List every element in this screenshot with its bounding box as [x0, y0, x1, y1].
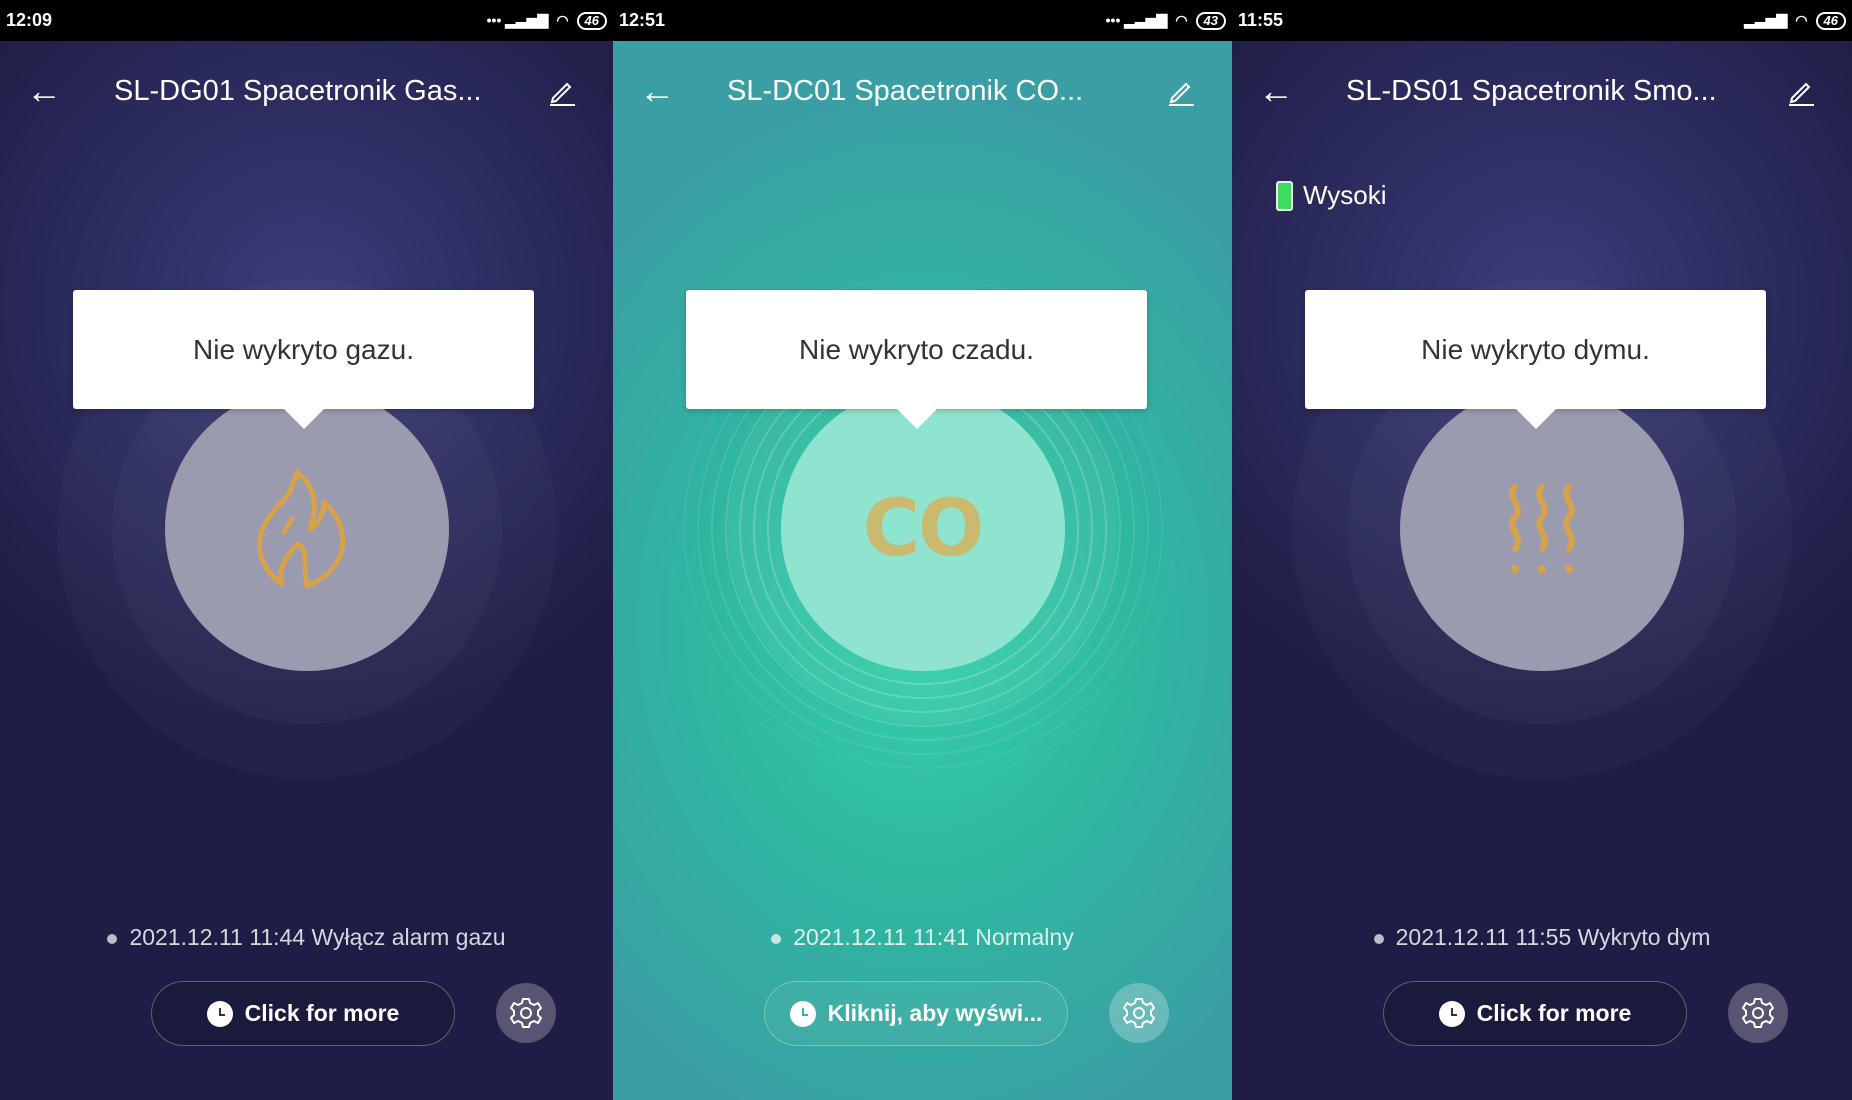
- history-button[interactable]: Kliknij, aby wyświ...: [764, 981, 1068, 1046]
- status-message-card: Nie wykryto gazu.: [73, 290, 534, 429]
- sensor-status-circle: [1400, 387, 1684, 671]
- history-button-label: Click for more: [244, 1000, 400, 1026]
- status-message-card: Nie wykryto dymu.: [1305, 290, 1766, 429]
- co-icon: CO: [862, 484, 985, 574]
- clock-icon: [206, 1000, 233, 1027]
- wifi-icon: ◠: [556, 12, 569, 28]
- sensor-status-circle: [164, 387, 449, 671]
- status-bar: 11:55 ▂▃▅▇ ◠ 46: [1232, 0, 1852, 41]
- status-bar: 12:51 ••• ▂▃▅▇ ◠ 43: [613, 0, 1232, 41]
- header: ← SL-DG01 Spacetronik Gas...: [0, 64, 613, 118]
- status-time: 12:51: [619, 10, 666, 30]
- edit-pencil-icon[interactable]: [547, 76, 577, 106]
- device-title: SL-DG01 Spacetronik Gas...: [114, 74, 482, 107]
- sensor-status-circle: CO: [780, 387, 1065, 671]
- wifi-icon: ◠: [1795, 12, 1808, 28]
- device-battery-level: Wysoki: [1276, 180, 1387, 211]
- battery-icon: [1276, 180, 1293, 211]
- history-button-label: Kliknij, aby wyświ...: [827, 1000, 1043, 1026]
- history-button[interactable]: Click for more: [151, 981, 455, 1046]
- last-event: 2021.12.11 11:41 Normalny: [613, 924, 1232, 951]
- gear-icon: [1123, 998, 1155, 1028]
- bullet-icon: [1373, 933, 1384, 944]
- clock-icon: [789, 1000, 816, 1027]
- back-arrow-icon[interactable]: ←: [1258, 73, 1294, 109]
- bullet-icon: [771, 933, 782, 944]
- status-bar: 12:09 ••• ▂▃▅▇ ◠ 46: [0, 0, 613, 41]
- event-text: 2021.12.11 11:55 Wykryto dym: [1395, 924, 1711, 950]
- header: ← SL-DS01 Spacetronik Smo...: [1232, 64, 1852, 118]
- wifi-icon: ◠: [1175, 12, 1188, 28]
- event-text: 2021.12.11 11:44 Wyłącz alarm gazu: [129, 924, 506, 950]
- status-message-card: Nie wykryto czadu.: [686, 290, 1147, 429]
- device-title: SL-DS01 Spacetronik Smo...: [1346, 74, 1717, 107]
- history-button-label: Click for more: [1476, 1000, 1632, 1026]
- flame-icon: [256, 469, 345, 589]
- gear-icon: [1742, 998, 1774, 1028]
- settings-button[interactable]: [496, 983, 556, 1043]
- bullet-icon: [107, 933, 118, 944]
- edit-pencil-icon[interactable]: [1166, 76, 1196, 106]
- co-detector-screen: 12:51 ••• ▂▃▅▇ ◠ 43 ← SL-DC01 Spacetronik …: [613, 0, 1232, 1100]
- smoke-icon: [1509, 484, 1575, 573]
- signal-icon: ▂▃▅▇: [1744, 12, 1788, 28]
- smoke-detector-screen: 11:55 ▂▃▅▇ ◠ 46 ← SL-DS01 Spacetronik Smo.…: [1232, 0, 1852, 1100]
- edit-pencil-icon[interactable]: [1786, 76, 1816, 106]
- signal-icon: ••• ▂▃▅▇: [486, 12, 549, 28]
- gas-detector-screen: 12:09 ••• ▂▃▅▇ ◠ 46 ← SL-DG01 Spacetronik …: [0, 0, 613, 1100]
- status-time: 11:55: [1238, 10, 1284, 30]
- signal-icon: ••• ▂▃▅▇: [1105, 12, 1168, 28]
- battery-status-icon: 46: [1815, 11, 1846, 30]
- event-text: 2021.12.11 11:41 Normalny: [793, 924, 1074, 950]
- settings-button[interactable]: [1728, 983, 1788, 1043]
- settings-button[interactable]: [1109, 983, 1169, 1043]
- device-title: SL-DC01 Spacetronik CO...: [727, 74, 1084, 107]
- back-arrow-icon[interactable]: ←: [639, 73, 675, 109]
- last-event: 2021.12.11 11:55 Wykryto dym: [1232, 924, 1852, 951]
- status-time: 12:09: [6, 10, 53, 30]
- battery-status-icon: 46: [576, 11, 607, 30]
- battery-level-text: Wysoki: [1303, 180, 1387, 210]
- history-button[interactable]: Click for more: [1383, 981, 1687, 1046]
- header: ← SL-DC01 Spacetronik CO...: [613, 64, 1232, 118]
- battery-status-icon: 43: [1195, 11, 1226, 30]
- gear-icon: [510, 998, 542, 1028]
- last-event: 2021.12.11 11:44 Wyłącz alarm gazu: [0, 924, 613, 951]
- clock-icon: [1438, 1000, 1465, 1027]
- back-arrow-icon[interactable]: ←: [26, 73, 62, 109]
